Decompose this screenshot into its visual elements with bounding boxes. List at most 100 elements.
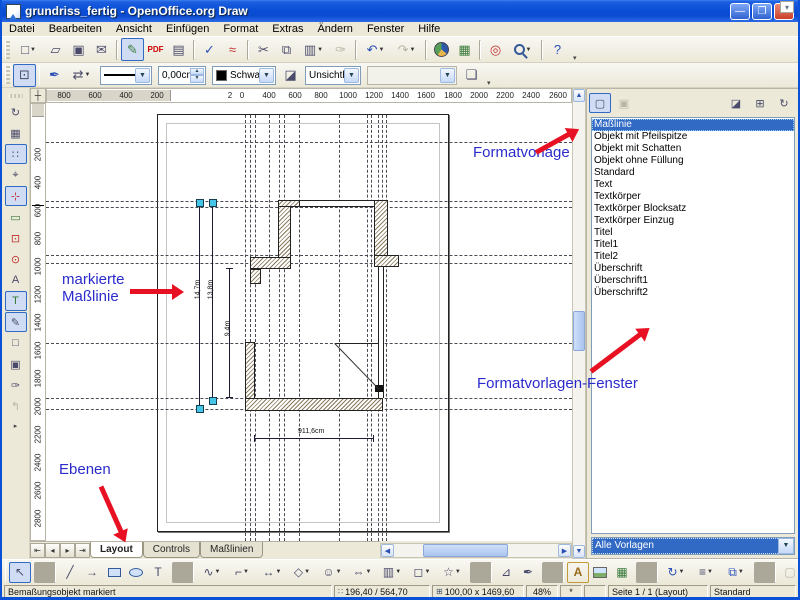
block-arrows-tool[interactable]: ⇔ ▼ — [347, 562, 377, 583]
horizontal-scrollbar[interactable]: ◀ ▶ — [380, 543, 572, 558]
minimize-button[interactable]: — — [730, 2, 750, 20]
style-list-item[interactable]: Standard — [592, 167, 794, 179]
help-button[interactable]: ?▼ — [546, 38, 569, 61]
toolbar-overflow-icon[interactable]: ▾ — [573, 54, 577, 62]
line-pen-button[interactable]: ✒ — [43, 64, 66, 87]
simple-handles-button[interactable]: □ — [5, 333, 27, 353]
cut-button[interactable]: ✂▼ — [252, 38, 275, 61]
horizontal-scroll-thumb[interactable] — [423, 544, 508, 557]
snap-to-grid-button[interactable]: ∷ — [4, 144, 27, 164]
fill-type-combo[interactable]: Unsichtbar ▼ — [305, 65, 361, 85]
horizontal-ruler[interactable]: 800 600 400 200 2 0 400 600 800 1000 1200 1400 1600 1… — [46, 88, 593, 103]
ellipse-tool[interactable]: ▼ — [125, 562, 147, 583]
send-email-button[interactable]: ✉▼ — [90, 38, 113, 61]
menu-item[interactable]: Datei — [2, 22, 42, 37]
line-color-combo[interactable]: Schwarz ▼ — [212, 65, 276, 85]
floorplan-wall[interactable] — [374, 255, 399, 267]
toolbar-grip[interactable] — [5, 563, 6, 581]
floorplan-wall[interactable] — [378, 267, 384, 398]
status-zoom[interactable]: 48% — [526, 585, 558, 597]
draw-tool-button[interactable]: ▼ — [542, 561, 564, 583]
new-document-button[interactable]: □ ▼ — [13, 38, 44, 61]
copy-button[interactable]: ⧉▼ — [275, 38, 298, 61]
selection-handle[interactable] — [196, 199, 204, 207]
floorplan-wall[interactable] — [300, 200, 374, 207]
selection-handle[interactable] — [209, 397, 217, 405]
toolbar-grip[interactable] — [5, 66, 10, 84]
print-button[interactable]: ▤▼ — [167, 38, 190, 61]
shadow-button[interactable]: ❏ — [460, 64, 483, 87]
vertical-scroll-thumb[interactable] — [573, 311, 585, 351]
alignment-button[interactable]: ≡ ▼ — [691, 562, 721, 583]
fill-format-mode-button[interactable]: ◪ — [725, 93, 747, 113]
large-handles-button[interactable]: ▣ — [5, 354, 27, 374]
presentation-styles-button[interactable]: ▣ — [613, 93, 635, 113]
rotate-button[interactable]: ↻ ▼ — [661, 562, 691, 583]
floorplan-wall[interactable] — [278, 200, 300, 207]
rectangle-tool[interactable]: ▼ — [103, 562, 125, 583]
style-list-item[interactable]: Objekt mit Schatten — [592, 143, 794, 155]
dimension-line[interactable] — [196, 203, 203, 409]
modify-with-attributes-button[interactable]: ✑ — [5, 375, 27, 395]
snap-to-page-margins-button[interactable]: ▭ — [5, 207, 27, 227]
scroll-down-button[interactable]: ▼ — [573, 545, 585, 558]
flowchart-tool[interactable]: ▥ ▼ — [377, 562, 407, 583]
line-width-field[interactable]: 0,00cm ▲ ▼ — [158, 65, 206, 85]
insert-chart-button[interactable]: ▼ — [430, 38, 453, 61]
paste-button[interactable]: ▥ ▼ — [298, 38, 329, 61]
style-list-item[interactable]: Textkörper — [592, 191, 794, 203]
close-document-icon[interactable]: ▾ — [780, 1, 794, 13]
draw-tool-button[interactable]: ▼ — [754, 561, 776, 583]
menu-item[interactable]: Bearbeiten — [42, 22, 109, 37]
floorplan-wall[interactable] — [250, 269, 261, 284]
toolbar-button[interactable]: ▼ — [193, 39, 195, 60]
show-grid-button[interactable]: ▦ — [5, 123, 27, 143]
gallery-bottom-button[interactable]: ▦▼ — [611, 562, 633, 583]
menu-item[interactable]: Extras — [265, 22, 310, 37]
fontwork-button[interactable]: A▼ — [567, 561, 589, 583]
edit-file-button[interactable]: ✎▼ — [121, 38, 144, 61]
style-list-item[interactable]: Textkörper Blocksatz — [592, 203, 794, 215]
glue-points-button[interactable]: ✒▼ — [517, 562, 539, 583]
navigator-button[interactable]: ◎▼ — [484, 38, 507, 61]
floorplan-wall[interactable] — [374, 200, 388, 258]
floorplan-wall[interactable] — [250, 257, 291, 269]
selection-handle[interactable] — [196, 405, 204, 413]
layer-tab[interactable]: Controls — [142, 542, 201, 558]
style-list-item[interactable]: Überschrift1 — [592, 275, 794, 287]
fill-style-combo[interactable]: ▼ — [367, 65, 457, 85]
toolbar-button[interactable]: ▼ — [479, 39, 481, 60]
style-list-item[interactable]: Objekt mit Pfeilspitze — [592, 131, 794, 143]
toolbar-button[interactable]: ▼ — [116, 39, 118, 60]
style-list-item[interactable]: Überschrift — [592, 263, 794, 275]
style-list-item[interactable]: Maßlinie — [592, 119, 794, 131]
toolbar-button[interactable]: ▼ — [355, 39, 357, 60]
arrow-style-button[interactable]: ⇄ ▼ — [66, 64, 97, 87]
tab-nav-button[interactable]: ◂ — [45, 543, 60, 558]
rotation-mode-button[interactable]: ↻ — [5, 102, 27, 122]
style-list-item[interactable]: Titel1 — [592, 239, 794, 251]
scroll-left-button[interactable]: ◀ — [381, 544, 394, 557]
line-style-combo[interactable]: ▼ — [100, 65, 152, 85]
style-list-item[interactable]: Objekt ohne Füllung — [592, 155, 794, 167]
edit-points-button[interactable]: ⊿▼ — [495, 562, 517, 583]
select-text-area-button[interactable]: T — [4, 291, 27, 311]
dimension-line-tool[interactable]: ↔ ▼ — [257, 562, 287, 583]
toolbar-button[interactable]: ▼ — [425, 39, 427, 60]
quick-editing-button[interactable]: A — [5, 270, 27, 290]
snap-to-snap-lines-button[interactable]: ⊹ — [4, 186, 27, 206]
edit-points-toggle[interactable]: ⊡ — [13, 63, 36, 87]
basic-shapes-tool[interactable]: ◇ ▼ — [287, 562, 317, 583]
snap-to-object-frame-button[interactable]: ⊡ — [5, 228, 27, 248]
line-tool[interactable]: ╱▼ — [59, 562, 81, 583]
draw-tool-button[interactable]: ▼ — [636, 561, 658, 583]
style-list-item[interactable]: Text — [592, 179, 794, 191]
curve-tool[interactable]: ∿ ▼ — [197, 562, 227, 583]
export-pdf-button[interactable]: PDF▼ — [144, 38, 167, 61]
layer-tab[interactable]: Maßlinien — [200, 542, 264, 558]
selection-handle[interactable] — [209, 199, 217, 207]
exit-all-groups-button[interactable]: ↰ — [5, 396, 27, 416]
floorplan-wall[interactable] — [278, 200, 291, 258]
update-style-button[interactable]: ↻ — [773, 93, 795, 113]
draw-tool-button[interactable]: ▼ — [470, 561, 492, 583]
